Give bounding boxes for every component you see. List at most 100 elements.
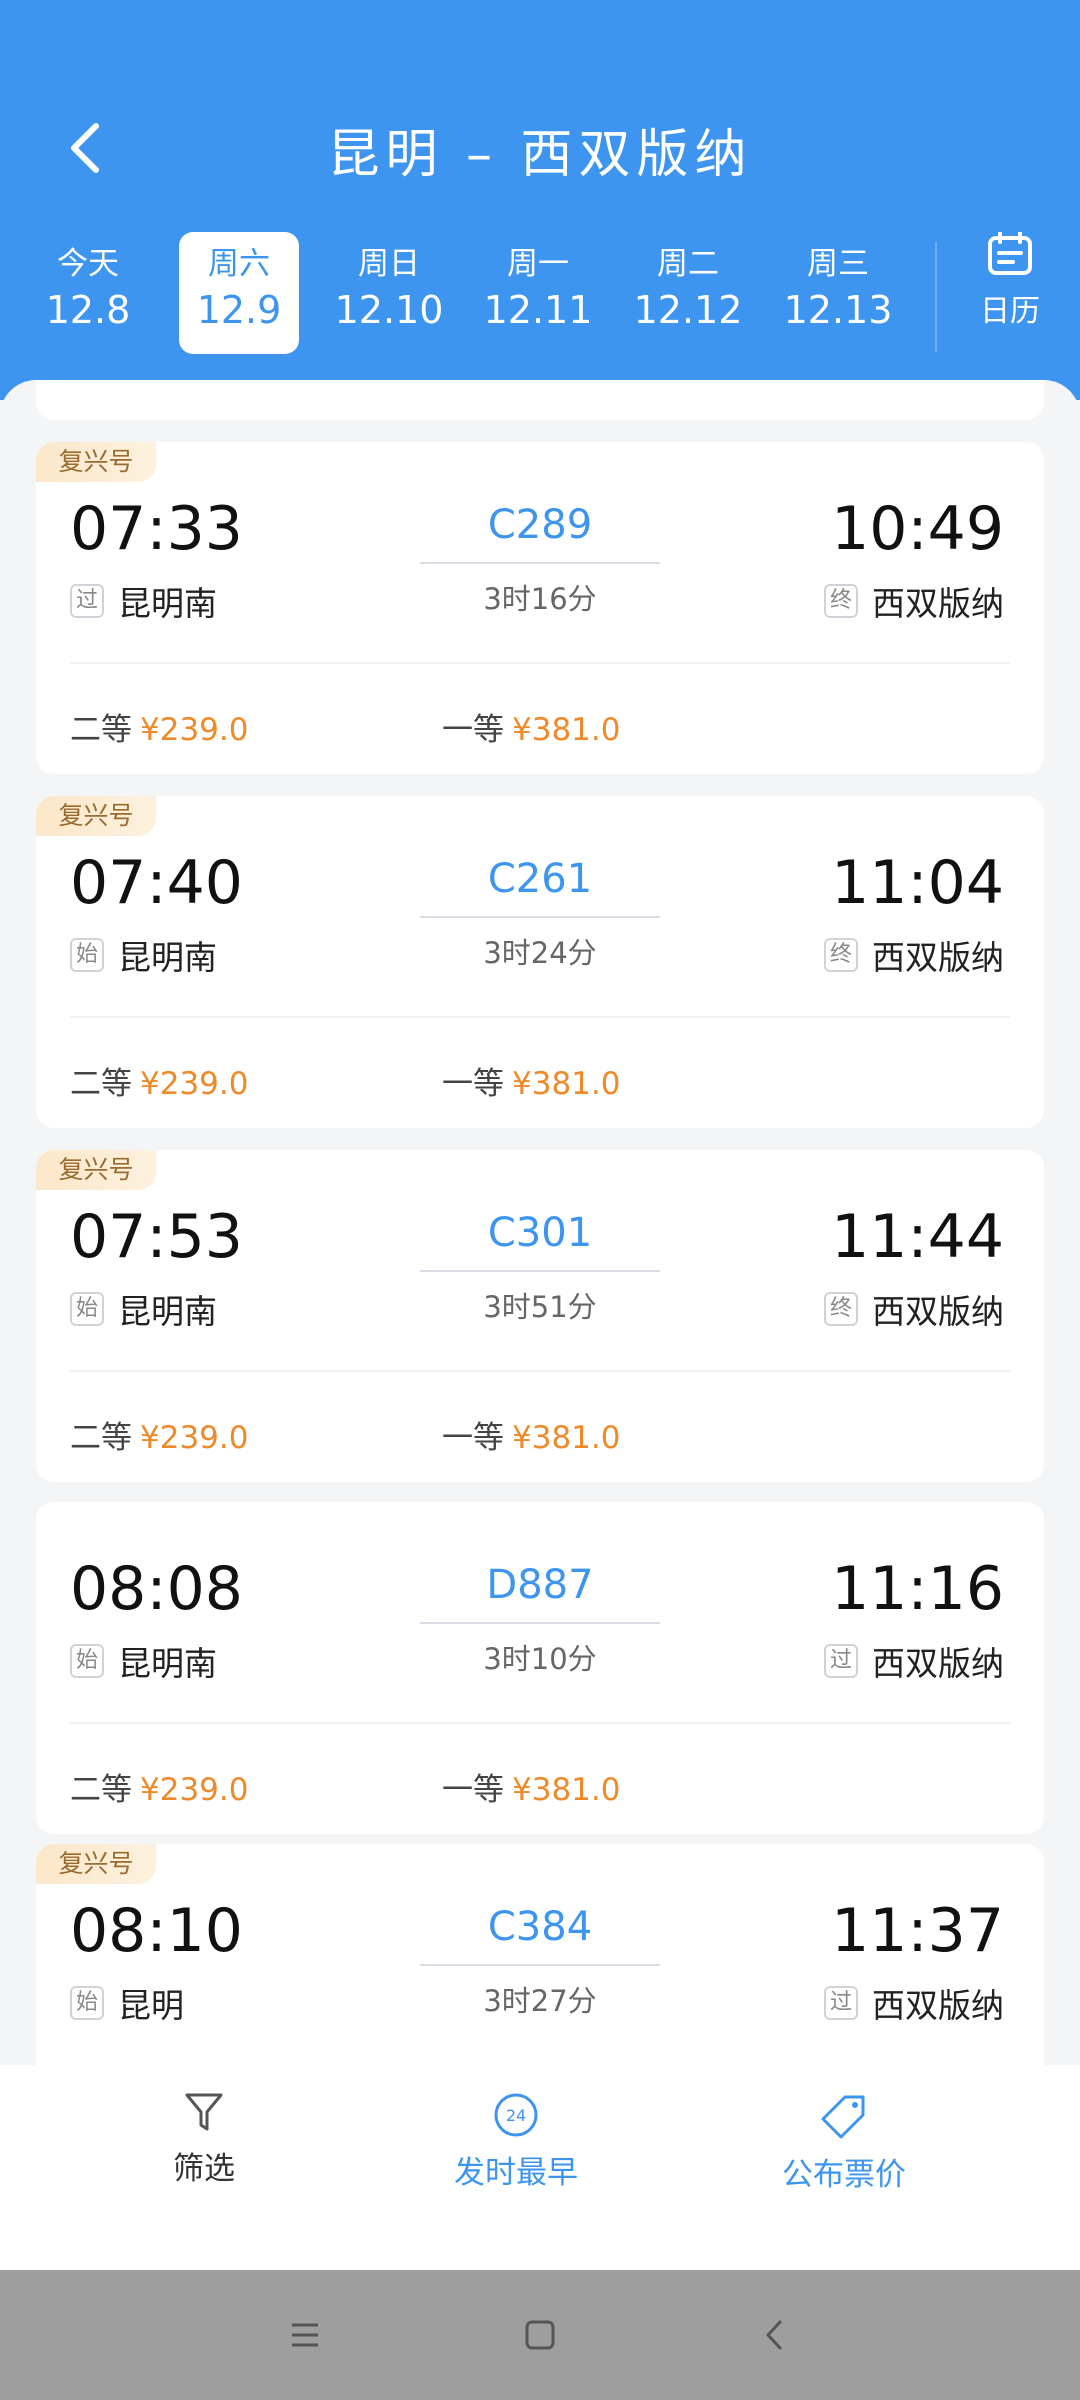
seat-label: 二等: [70, 712, 132, 748]
date-day: 12.9: [196, 288, 282, 332]
station-tag: 过: [824, 1986, 858, 2020]
arrival-time: 11:37: [831, 1896, 1004, 1966]
earliest-departure-button[interactable]: 24 发时最早: [396, 2091, 636, 2192]
date-item-5[interactable]: 周三 12.13: [778, 232, 898, 354]
date-item-2[interactable]: 周日 12.10: [329, 232, 449, 354]
seat-label: 一等: [442, 712, 504, 748]
station-tag: 始: [70, 1292, 104, 1326]
first-class-price: 一等 ¥381.0: [442, 1412, 620, 1457]
station-tag: 终: [824, 938, 858, 972]
departure-time: 07:40: [70, 848, 243, 918]
station-tag: 终: [824, 1292, 858, 1326]
train-card[interactable]: 复兴号 07:33 C289 3时16分 10:49 过 昆明南 终 西双版纳 …: [36, 442, 1044, 774]
second-class-price: 二等 ¥239.0: [70, 1764, 248, 1809]
date-day: 12.12: [633, 288, 743, 332]
filter-button[interactable]: 筛选: [84, 2091, 324, 2188]
route-line: [420, 1270, 660, 1272]
station-name: 西双版纳: [872, 584, 1004, 623]
departure-time: 07:33: [70, 494, 243, 564]
date-weekday: 周二: [657, 246, 719, 282]
header: 昆明 – 西双版纳 今天 12.8 周六 12.9 周日 12.10 周一 12…: [0, 0, 1080, 400]
date-weekday: 今天: [57, 246, 119, 282]
date-day: 12.10: [334, 288, 444, 332]
second-class-price: 二等 ¥239.0: [70, 1412, 248, 1457]
station-name: 昆明南: [118, 1644, 217, 1683]
station-name: 昆明南: [118, 584, 217, 623]
price-tag-icon: [821, 2095, 865, 2139]
seat-label: 一等: [442, 1066, 504, 1102]
price-value: ¥381.0: [512, 1772, 621, 1808]
duration: 3时27分: [483, 1984, 597, 2018]
calendar-button[interactable]: 日历: [960, 231, 1060, 330]
price-value: ¥381.0: [512, 1066, 621, 1102]
train-card[interactable]: 08:08 D887 3时10分 11:16 始 昆明南 过 西双版纳 二等 ¥2…: [36, 1502, 1044, 1834]
second-class-price: 二等 ¥239.0: [70, 704, 248, 749]
train-card[interactable]: 复兴号 08:10 C384 3时27分 11:37 始 昆明 过 西双版纳: [36, 1844, 1044, 2065]
station-tag: 终: [824, 584, 858, 618]
date-weekday: 周三: [807, 246, 869, 282]
fare-label: 公布票价: [782, 2157, 906, 2193]
train-card[interactable]: 复兴号 07:40 C261 3时24分 11:04 始 昆明南 终 西双版纳 …: [36, 796, 1044, 1128]
filter-label: 筛选: [173, 2151, 235, 2187]
departure-station: 始 昆明南: [70, 1637, 217, 1685]
seat-label: 一等: [442, 1772, 504, 1808]
first-class-price: 一等 ¥381.0: [442, 1764, 620, 1809]
page-title: 昆明 – 西双版纳: [327, 125, 753, 185]
first-class-price: 一等 ¥381.0: [442, 704, 620, 749]
route-line: [420, 916, 660, 918]
date-weekday: 周日: [358, 246, 420, 282]
calendar-icon: [988, 231, 1032, 275]
train-list[interactable]: 复兴号 07:33 C289 3时16分 10:49 过 昆明南 终 西双版纳 …: [0, 380, 1080, 2065]
arrival-time: 11:16: [831, 1554, 1004, 1624]
divider: [935, 242, 937, 352]
date-item-3[interactable]: 周一 12.11: [478, 232, 598, 354]
station-name: 西双版纳: [872, 1986, 1004, 2025]
seat-label: 二等: [70, 1420, 132, 1456]
list-item: [36, 380, 1044, 420]
train-card[interactable]: 复兴号 07:53 C301 3时51分 11:44 始 昆明南 终 西双版纳 …: [36, 1150, 1044, 1482]
bottom-action-bar: 筛选 24 发时最早 公布票价: [0, 2065, 1080, 2270]
arrival-station: 过 西双版纳: [824, 1979, 1004, 2027]
divider: [70, 662, 1010, 664]
duration: 3时10分: [483, 1642, 597, 1676]
second-class-price: 二等 ¥239.0: [70, 1058, 248, 1103]
route-line: [420, 1964, 660, 1966]
train-number: C301: [487, 1210, 593, 1256]
date-item-4[interactable]: 周二 12.12: [628, 232, 748, 354]
arrival-station: 终 西双版纳: [824, 1285, 1004, 1333]
station-name: 西双版纳: [872, 1292, 1004, 1331]
arrival-station: 终 西双版纳: [824, 577, 1004, 625]
departure-station: 过 昆明南: [70, 577, 217, 625]
departure-time: 08:10: [70, 1896, 243, 1966]
train-number: C261: [487, 856, 593, 902]
price-value: ¥239.0: [140, 1066, 249, 1102]
arrival-time: 11:04: [831, 848, 1004, 918]
date-day: 12.13: [783, 288, 893, 332]
fare-button[interactable]: 公布票价: [724, 2091, 964, 2194]
system-nav-bar: [0, 2270, 1080, 2400]
station-name: 昆明: [118, 1986, 184, 2025]
back-icon[interactable]: [750, 2310, 800, 2360]
station-tag: 过: [70, 584, 104, 618]
station-name: 昆明南: [118, 938, 217, 977]
fuxing-badge: 复兴号: [36, 796, 156, 836]
clock-24-icon: 24: [494, 2093, 538, 2137]
train-number: C289: [487, 502, 593, 548]
home-icon[interactable]: [515, 2310, 565, 2360]
price-value: ¥381.0: [512, 1420, 621, 1456]
date-item-0[interactable]: 今天 12.8: [28, 232, 148, 354]
menu-icon[interactable]: [280, 2310, 330, 2360]
departure-station: 始 昆明: [70, 1979, 184, 2027]
date-weekday: 周六: [208, 246, 270, 282]
price-value: ¥381.0: [512, 712, 621, 748]
date-item-1[interactable]: 周六 12.9: [179, 232, 299, 354]
departure-time: 08:08: [70, 1554, 243, 1624]
arrival-station: 终 西双版纳: [824, 931, 1004, 979]
calendar-label: 日历: [980, 294, 1040, 329]
seat-label: 二等: [70, 1772, 132, 1808]
duration: 3时51分: [483, 1290, 597, 1324]
station-name: 西双版纳: [872, 1644, 1004, 1683]
price-value: ¥239.0: [140, 712, 249, 748]
route-line: [420, 562, 660, 564]
fuxing-badge: 复兴号: [36, 1844, 156, 1884]
